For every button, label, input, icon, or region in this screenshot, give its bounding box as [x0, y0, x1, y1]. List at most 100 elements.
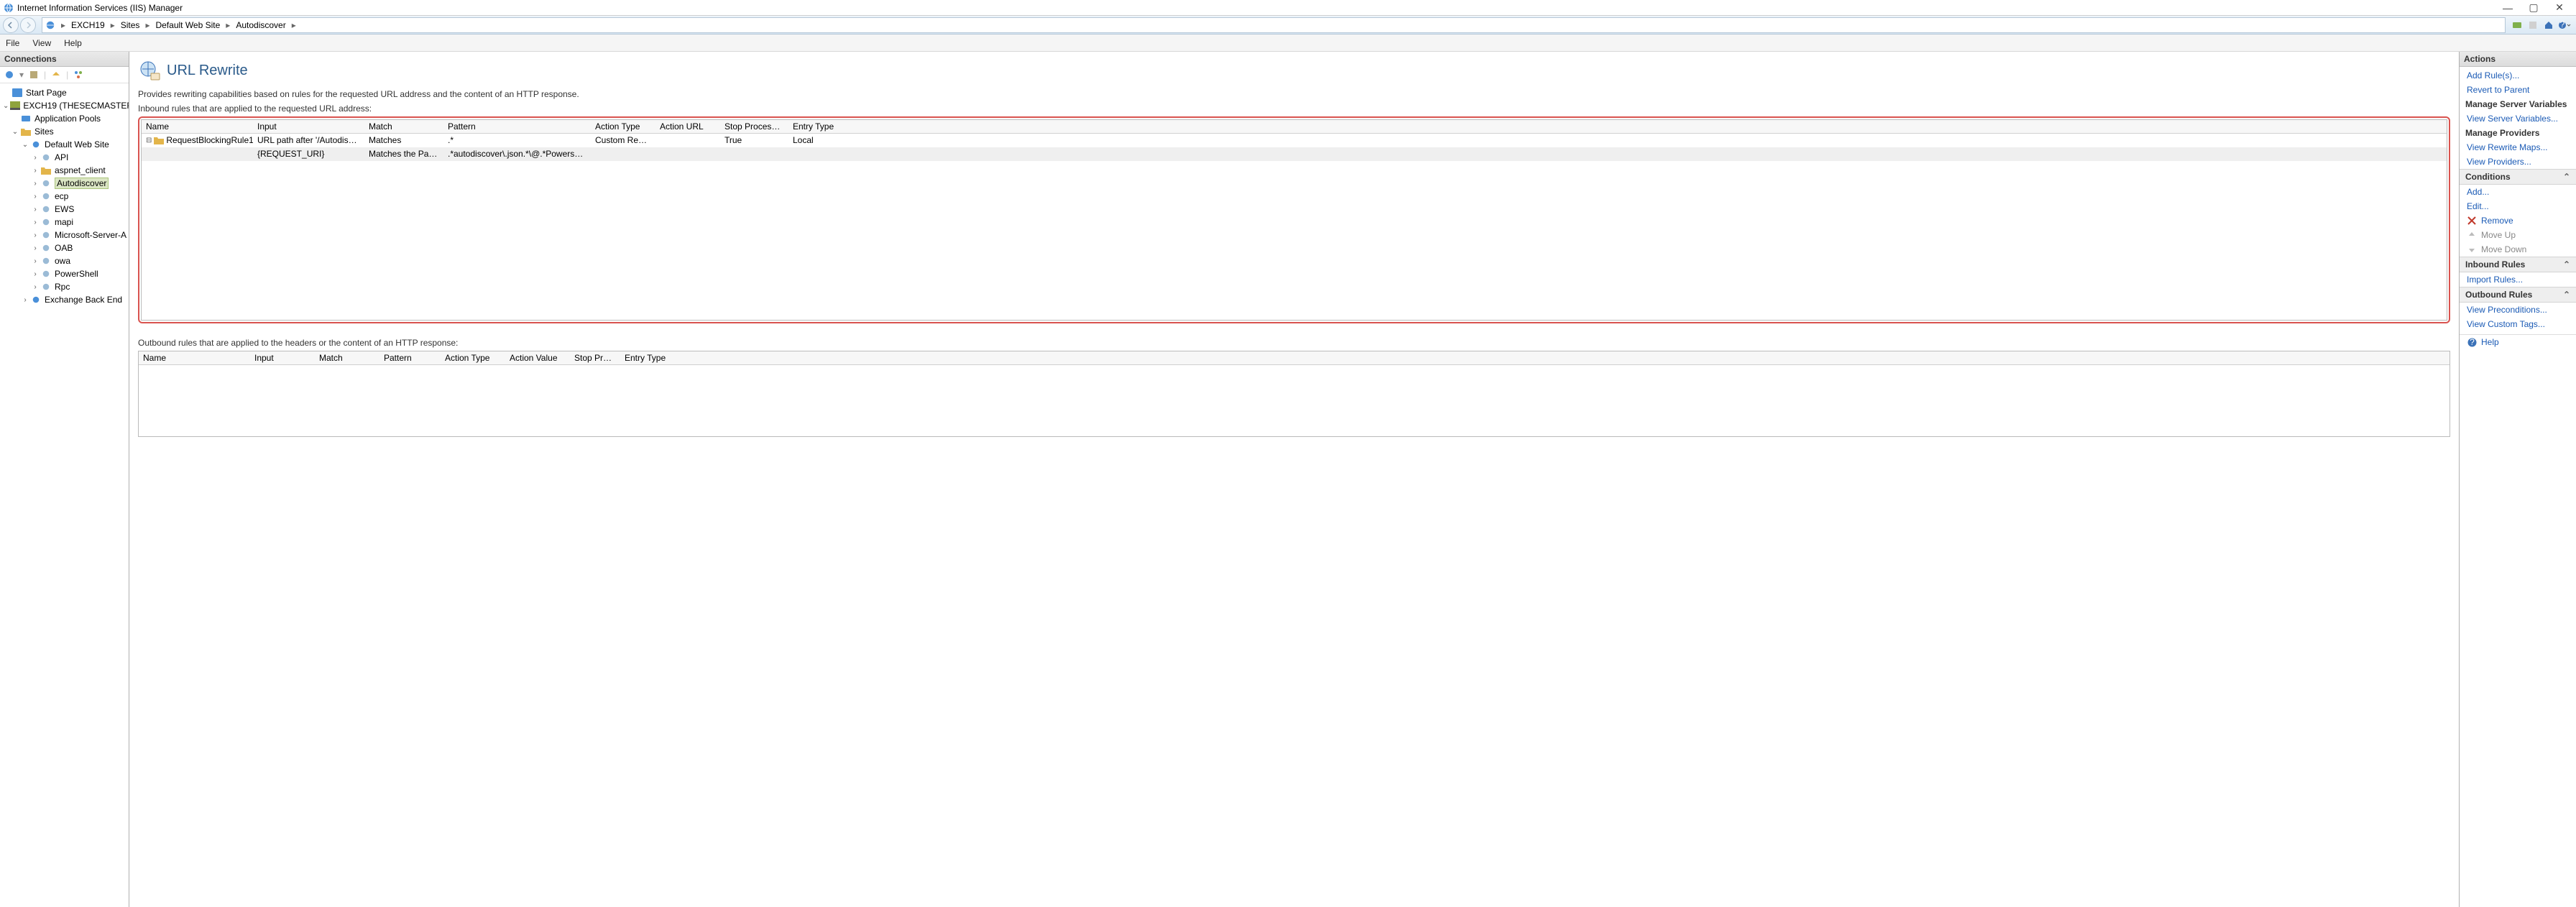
action-view-rewrite-maps[interactable]: View Rewrite Maps... — [2460, 140, 2576, 155]
tree-start-page[interactable]: Start Page — [1, 86, 127, 99]
action-add-rules[interactable]: Add Rule(s)... — [2460, 68, 2576, 83]
col-stop[interactable]: Stop Proce... — [570, 351, 620, 364]
action-view-preconditions[interactable]: View Preconditions... — [2460, 303, 2576, 317]
breadcrumb[interactable]: ▸ EXCH19 ▸ Sites ▸ Default Web Site ▸ Au… — [42, 17, 2506, 33]
breadcrumb-server[interactable]: EXCH19 — [71, 20, 105, 30]
home-icon[interactable] — [2542, 18, 2556, 32]
action-edit[interactable]: Edit... — [2460, 199, 2576, 213]
action-revert[interactable]: Revert to Parent — [2460, 83, 2576, 97]
tree-expander[interactable]: › — [32, 180, 39, 188]
group-conditions[interactable]: Conditions ⌃ — [2460, 169, 2576, 185]
tree-expander[interactable]: ⌄ — [3, 102, 9, 110]
tree-expander[interactable]: ⌄ — [22, 141, 29, 149]
row-expander[interactable]: ⊟ — [146, 137, 152, 144]
tree-item-autodiscover[interactable]: ›Autodiscover — [1, 177, 127, 190]
tree-item-msserver[interactable]: ›Microsoft-Server-A — [1, 229, 127, 241]
stop-icon[interactable] — [2526, 18, 2540, 32]
col-action-type[interactable]: Action Type — [441, 351, 505, 364]
rule-name: RequestBlockingRule1 — [166, 135, 253, 145]
tree-expander[interactable]: › — [32, 270, 39, 278]
tree-expander[interactable]: › — [32, 244, 39, 252]
tree-expander[interactable]: › — [32, 167, 39, 175]
tree-item-rpc[interactable]: ›Rpc — [1, 280, 127, 293]
col-pattern[interactable]: Pattern — [443, 120, 591, 133]
chevron-up-icon[interactable]: ⌃ — [2563, 259, 2570, 270]
tree-expander[interactable]: ⌄ — [12, 128, 19, 136]
col-match[interactable]: Match — [364, 120, 443, 133]
tree-expander[interactable]: › — [22, 296, 29, 304]
nav-right-icons: ? — [2510, 18, 2573, 32]
group-inbound-rules[interactable]: Inbound Rules ⌃ — [2460, 257, 2576, 272]
action-view-custom-tags[interactable]: View Custom Tags... — [2460, 317, 2576, 331]
tree-item-api[interactable]: ›API — [1, 151, 127, 164]
back-button[interactable] — [3, 17, 19, 33]
tree-item-powershell[interactable]: ›PowerShell — [1, 267, 127, 280]
tree-item-ews[interactable]: ›EWS — [1, 203, 127, 216]
col-entry-type[interactable]: Entry Type — [788, 120, 846, 133]
breadcrumb-sites[interactable]: Sites — [121, 20, 140, 30]
col-action-value[interactable]: Action Value — [505, 351, 570, 364]
tree-expander[interactable]: › — [32, 257, 39, 265]
col-input[interactable]: Input — [253, 120, 364, 133]
tree-server[interactable]: ⌄ EXCH19 (THESECMASTER\Ad — [1, 99, 127, 112]
col-name[interactable]: Name — [142, 120, 253, 133]
action-add[interactable]: Add... — [2460, 185, 2576, 199]
tree-expander[interactable]: › — [32, 206, 39, 213]
inbound-highlight: Name Input Match Pattern Action Type Act… — [138, 116, 2450, 323]
inbound-grid[interactable]: Name Input Match Pattern Action Type Act… — [141, 119, 2447, 321]
inbound-condition-row[interactable]: {REQUEST_URI} Matches the Pattern .*auto… — [142, 147, 2447, 161]
minimize-button[interactable]: — — [2500, 2, 2516, 14]
action-remove[interactable]: Remove — [2460, 213, 2576, 228]
tree-exchange-back-end[interactable]: ›Exchange Back End — [1, 293, 127, 306]
breadcrumb-autodiscover[interactable]: Autodiscover — [236, 20, 285, 30]
menu-help[interactable]: Help — [64, 38, 82, 48]
refresh-all-icon[interactable] — [2510, 18, 2524, 32]
action-import-rules[interactable]: Import Rules... — [2460, 272, 2576, 287]
breadcrumb-separator: ▸ — [292, 20, 296, 30]
tree-expander[interactable]: › — [32, 231, 39, 239]
col-action-type[interactable]: Action Type — [591, 120, 656, 133]
col-stop[interactable]: Stop Processing — [720, 120, 788, 133]
save-icon[interactable] — [28, 69, 40, 80]
tree-item-owa[interactable]: ›owa — [1, 254, 127, 267]
tree-sites[interactable]: ⌄ Sites — [1, 125, 127, 138]
globe-icon — [30, 295, 42, 305]
group-outbound-rules[interactable]: Outbound Rules ⌃ — [2460, 287, 2576, 303]
col-action-url[interactable]: Action URL — [656, 120, 720, 133]
col-match[interactable]: Match — [315, 351, 380, 364]
menu-file[interactable]: File — [6, 38, 19, 48]
up-icon[interactable] — [50, 69, 62, 80]
col-input[interactable]: Input — [250, 351, 315, 364]
action-help[interactable]: ? Help — [2460, 335, 2576, 349]
menu-view[interactable]: View — [32, 38, 51, 48]
help-dropdown-icon[interactable]: ? — [2557, 18, 2572, 32]
close-button[interactable]: ✕ — [2552, 1, 2567, 14]
maximize-button[interactable]: ▢ — [2526, 1, 2542, 14]
tree-app-pools[interactable]: Application Pools — [1, 112, 127, 125]
tree-item-oab[interactable]: ›OAB — [1, 241, 127, 254]
tree-expander[interactable]: › — [32, 283, 39, 291]
action-view-server-variables[interactable]: View Server Variables... — [2460, 111, 2576, 126]
forward-button[interactable] — [20, 17, 36, 33]
actions-header: Actions — [2460, 52, 2576, 67]
connections-tree[interactable]: Start Page ⌄ EXCH19 (THESECMASTER\Ad App… — [0, 83, 129, 907]
tree-item-aspnet[interactable]: ›aspnet_client — [1, 164, 127, 177]
col-pattern[interactable]: Pattern — [380, 351, 441, 364]
col-entry-type[interactable]: Entry Type — [620, 351, 685, 364]
tree-item-ecp[interactable]: ›ecp — [1, 190, 127, 203]
tree-expander[interactable]: › — [32, 193, 39, 201]
tree-expander[interactable]: › — [32, 154, 39, 162]
breadcrumb-dws[interactable]: Default Web Site — [155, 20, 220, 30]
cell-aurl — [656, 134, 720, 147]
chevron-up-icon[interactable]: ⌃ — [2563, 172, 2570, 182]
action-view-providers[interactable]: View Providers... — [2460, 155, 2576, 169]
chevron-up-icon[interactable]: ⌃ — [2563, 290, 2570, 300]
connect-icon[interactable] — [4, 69, 15, 80]
nodes-icon[interactable] — [73, 69, 84, 80]
col-name[interactable]: Name — [139, 351, 250, 364]
outbound-grid[interactable]: Name Input Match Pattern Action Type Act… — [138, 351, 2450, 437]
inbound-rule-row[interactable]: ⊟ RequestBlockingRule1 URL path after '/… — [142, 134, 2447, 147]
tree-item-mapi[interactable]: ›mapi — [1, 216, 127, 229]
tree-default-web-site[interactable]: ⌄ Default Web Site — [1, 138, 127, 151]
tree-expander[interactable]: › — [32, 218, 39, 226]
